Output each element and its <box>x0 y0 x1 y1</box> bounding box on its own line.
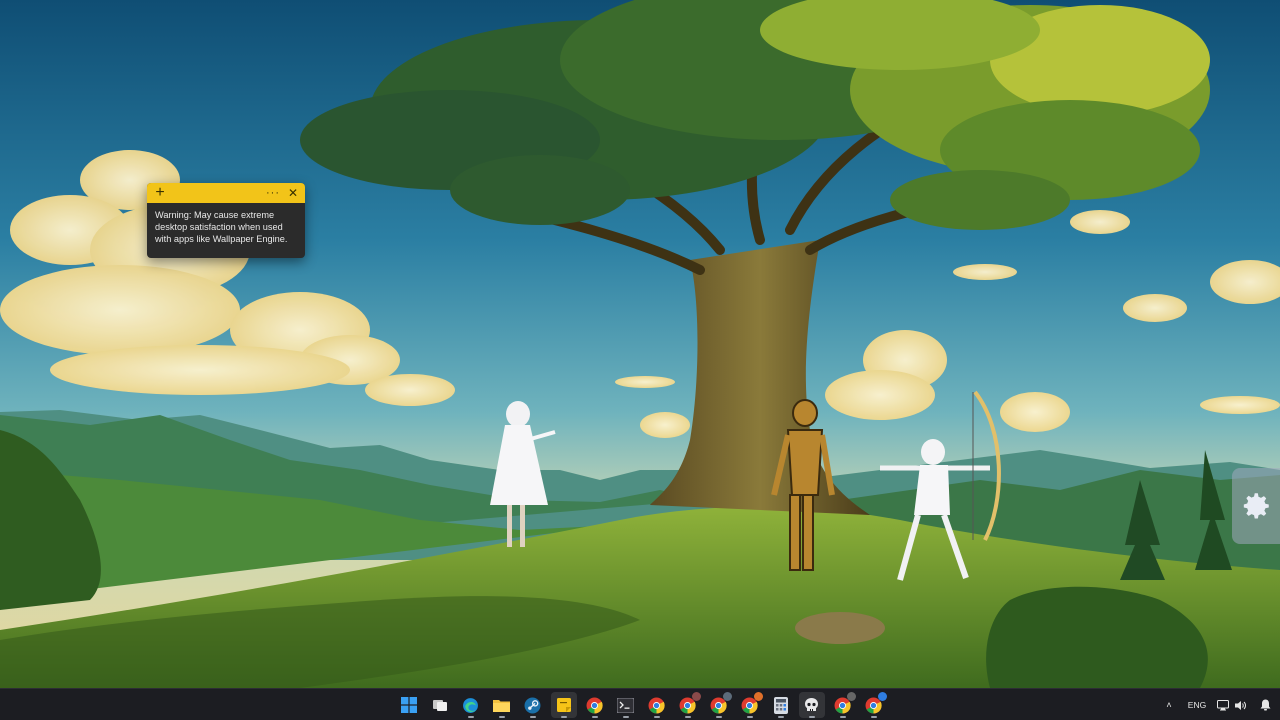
edge-icon <box>463 697 478 713</box>
task-view-button[interactable] <box>427 692 453 718</box>
taskbar-chrome-3[interactable] <box>675 692 701 718</box>
taskbar-apps <box>393 689 889 720</box>
more-options-button[interactable]: ··· <box>263 183 283 203</box>
speaker-icon <box>1235 700 1246 710</box>
windows-logo-icon <box>400 697 417 713</box>
taskbar-chrome-7[interactable] <box>861 692 887 718</box>
show-hidden-icons-button[interactable]: ˄ <box>1158 689 1180 720</box>
taskbar-chrome-2[interactable] <box>644 692 670 718</box>
taskbar-calculator[interactable] <box>768 692 794 718</box>
taskbar: ˄ ENG <box>0 688 1280 720</box>
taskbar-file-explorer[interactable] <box>489 692 515 718</box>
taskbar-chrome-1[interactable] <box>582 692 608 718</box>
profile-badge <box>877 692 887 701</box>
wallpaper <box>0 0 1280 688</box>
profile-badge <box>722 692 732 701</box>
volume-button[interactable] <box>1232 689 1250 720</box>
notifications-button[interactable] <box>1250 689 1280 720</box>
taskbar-steam[interactable] <box>520 692 546 718</box>
taskbar-sticky-notes[interactable] <box>550 692 577 718</box>
taskbar-wallpaper-app[interactable] <box>798 692 825 718</box>
chevron-up-icon: ˄ <box>1166 700 1172 710</box>
language-label: ENG <box>1187 700 1207 710</box>
sticky-note-text[interactable]: Warning: May cause extreme desktop satis… <box>147 203 305 246</box>
taskbar-terminal[interactable] <box>613 692 639 718</box>
calculator-icon <box>773 696 788 714</box>
taskbar-chrome-4[interactable] <box>706 692 732 718</box>
add-note-button[interactable]: + <box>150 183 170 203</box>
start-button[interactable] <box>396 692 422 718</box>
taskbar-chrome-5[interactable] <box>737 692 763 718</box>
language-indicator[interactable]: ENG <box>1180 689 1214 720</box>
system-tray: ˄ ENG <box>1158 689 1280 720</box>
task-view-icon <box>432 700 447 711</box>
sticky-notes-icon <box>556 698 571 712</box>
network-monitor-icon <box>1217 699 1229 710</box>
network-button[interactable] <box>1214 689 1232 720</box>
chrome-icon <box>648 697 665 713</box>
folder-icon <box>493 699 510 712</box>
bell-icon <box>1260 699 1270 711</box>
sticky-note-header[interactable]: + ··· ✕ <box>147 183 305 203</box>
profile-badge <box>753 692 763 701</box>
sticky-note[interactable]: + ··· ✕ Warning: May cause extreme deskt… <box>147 183 305 258</box>
profile-badge <box>691 692 701 701</box>
chrome-icon <box>586 697 603 713</box>
taskbar-edge[interactable] <box>458 692 484 718</box>
gear-icon <box>1243 493 1269 519</box>
skull-icon <box>805 698 818 711</box>
terminal-icon <box>617 697 634 713</box>
steam-icon <box>524 697 541 713</box>
settings-widget[interactable] <box>1232 468 1280 544</box>
desktop[interactable]: + ··· ✕ Warning: May cause extreme deskt… <box>0 0 1280 688</box>
taskbar-chrome-6[interactable] <box>830 692 856 718</box>
profile-badge <box>846 692 856 701</box>
close-note-button[interactable]: ✕ <box>283 183 303 203</box>
